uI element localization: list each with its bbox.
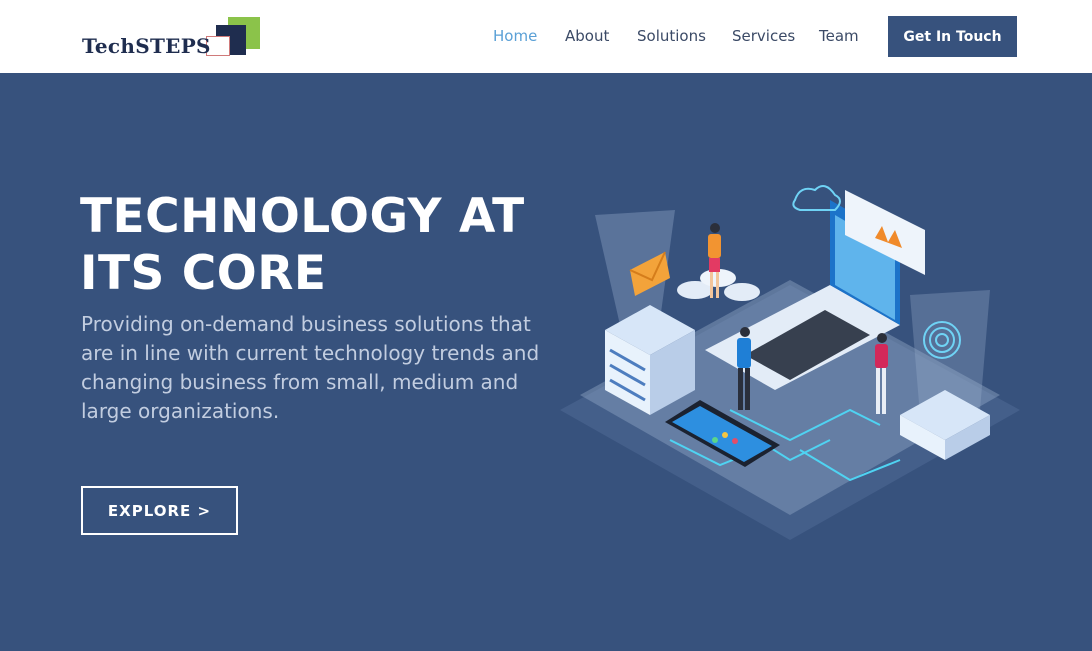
nav-about[interactable]: About (565, 27, 609, 45)
brand-logo[interactable]: TechSTEPS (80, 16, 262, 60)
logo-text: TechSTEPS (82, 34, 211, 58)
hero-subtitle: Providing on-demand business solutions t… (81, 312, 540, 423)
nav-team[interactable]: Team (819, 27, 859, 45)
nav-home[interactable]: Home (493, 27, 537, 45)
navbar: TechSTEPS Home About Solutions Services … (0, 0, 1092, 73)
explore-button[interactable]: EXPLORE > (81, 486, 238, 535)
hero-title: TECHNOLOGY AT ITS CORE (80, 189, 525, 301)
isometric-technology-illustration (560, 185, 1020, 540)
get-in-touch-button[interactable]: Get In Touch (888, 16, 1017, 57)
nav-solutions[interactable]: Solutions (637, 27, 706, 45)
nav-services[interactable]: Services (732, 27, 795, 45)
